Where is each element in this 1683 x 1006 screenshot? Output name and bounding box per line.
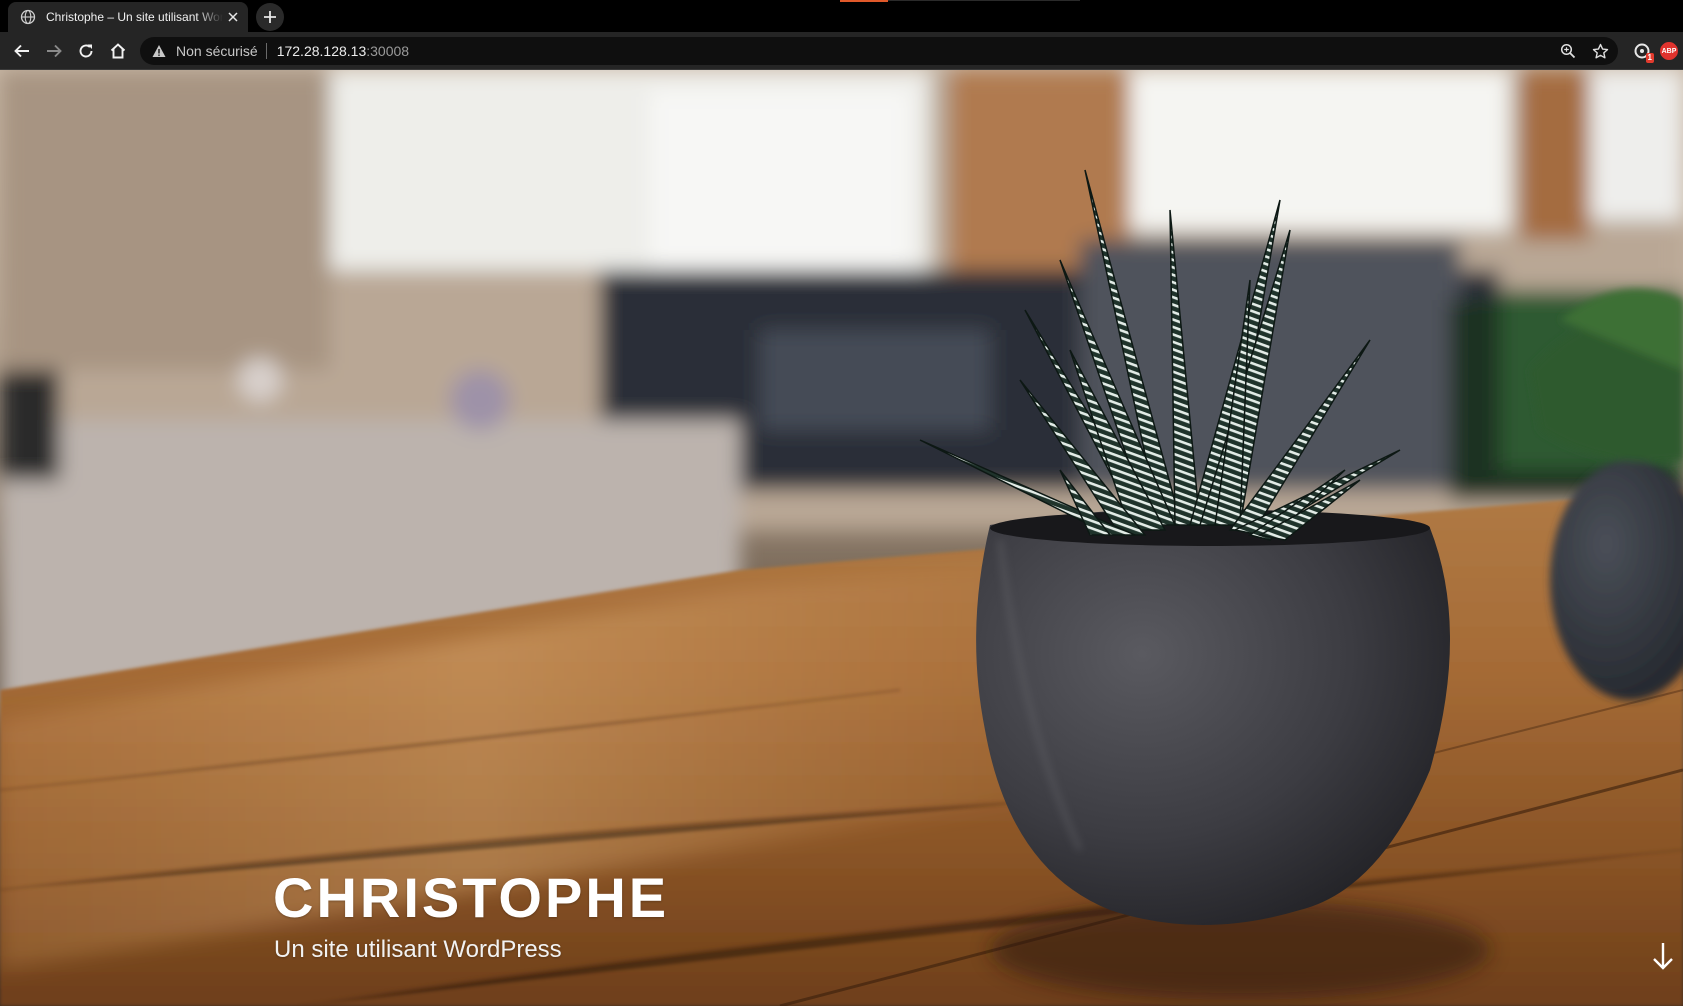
- arrow-down-icon: [1653, 943, 1673, 970]
- site-description: Un site utilisant WordPress: [274, 936, 562, 963]
- adblock-icon: ABP: [1660, 42, 1678, 60]
- home-button[interactable]: [104, 37, 132, 65]
- new-tab-button[interactable]: [256, 3, 284, 31]
- header-image: [0, 70, 1683, 1006]
- extension-badge: 1: [1645, 53, 1654, 63]
- address-separator: [265, 43, 267, 59]
- security-label[interactable]: Non sécurisé: [176, 43, 258, 59]
- address-bar[interactable]: Non sécurisé 172.28.128.13:30008: [140, 37, 1618, 65]
- globe-icon: [20, 9, 36, 25]
- browser-toolbar: Non sécurisé 172.28.128.13:30008 1 ABP: [0, 32, 1683, 70]
- scroll-down-button[interactable]: [1648, 938, 1678, 974]
- url-port: :30008: [366, 43, 410, 59]
- zoom-icon[interactable]: [1554, 37, 1582, 65]
- site-title[interactable]: CHRISTOPHE: [273, 865, 669, 930]
- url-host: 172.28.128.13: [276, 43, 367, 59]
- loading-track: [888, 0, 1080, 1]
- adblock-button[interactable]: ABP: [1655, 37, 1683, 65]
- reload-button[interactable]: [72, 37, 100, 65]
- close-icon[interactable]: [227, 9, 240, 25]
- warning-icon[interactable]: [152, 43, 168, 59]
- home-icon: [110, 43, 126, 59]
- plus-icon: [264, 11, 276, 23]
- forward-icon: [47, 44, 62, 58]
- reload-icon: [79, 44, 93, 58]
- tab-title: Christophe – Un site utilisant WordPress: [46, 10, 223, 24]
- hero-header: CHRISTOPHE Un site utilisant WordPress: [0, 70, 1683, 1006]
- back-button[interactable]: [8, 37, 36, 65]
- browser-tab[interactable]: Christophe – Un site utilisant WordPress: [8, 2, 248, 32]
- forward-button[interactable]: [40, 37, 68, 65]
- extension-button[interactable]: 1: [1628, 37, 1656, 65]
- loading-indicator: [840, 0, 888, 2]
- tab-strip: Christophe – Un site utilisant WordPress: [0, 0, 1683, 32]
- star-icon[interactable]: [1586, 37, 1614, 65]
- back-icon: [14, 44, 29, 58]
